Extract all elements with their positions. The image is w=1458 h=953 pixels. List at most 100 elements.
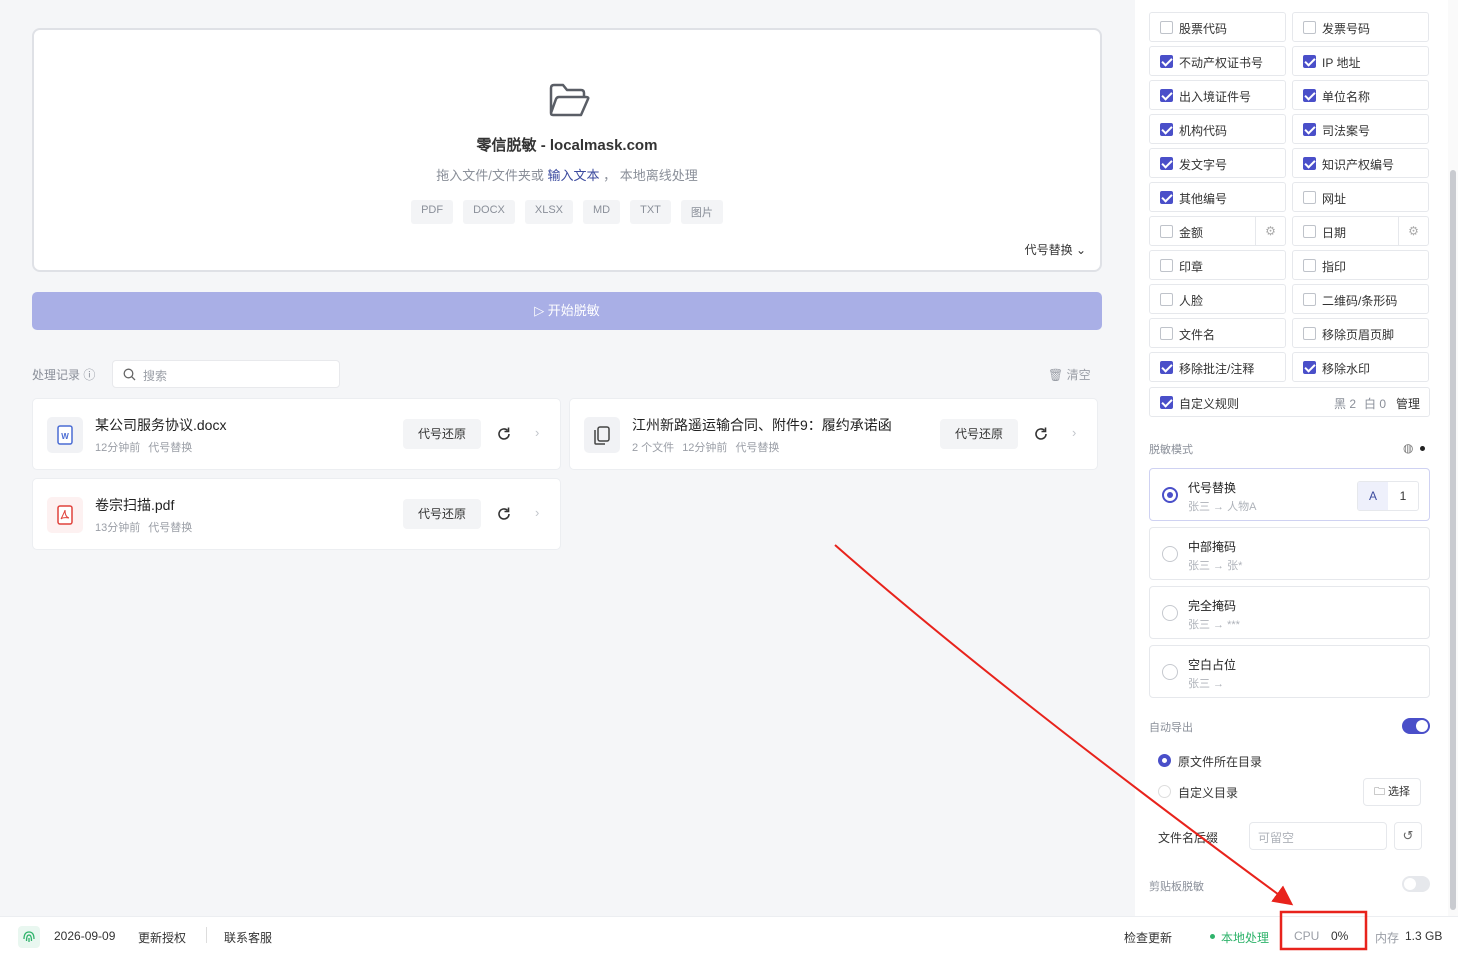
clipboard-toggle[interactable] [1402,876,1430,892]
rule-checkbox-item[interactable]: 人脸 [1149,284,1286,314]
rule-checkbox-item[interactable]: 二维码/条形码 [1292,284,1429,314]
reset-icon[interactable]: ↺ [1394,822,1422,850]
chevron-right-icon[interactable]: › [1072,425,1076,440]
rule-checkbox-item[interactable]: IP 地址 [1292,46,1429,76]
history-card[interactable]: 卷宗扫描.pdf 13分钟前 代号替换 代号还原 › [32,478,561,550]
file-name: 卷宗扫描.pdf [95,497,175,513]
rule-checkbox-item[interactable]: 发文字号 [1149,148,1286,178]
file-drop-zone[interactable]: 零信脱敏 - localmask.com 拖入文件/文件夹或 输入文本 ， 本地… [32,28,1102,272]
panel-scrollbar[interactable] [1448,0,1458,916]
rule-checkbox-item[interactable]: 出入境证件号 [1149,80,1286,110]
checkbox[interactable] [1303,225,1316,238]
renew-license-link[interactable]: 更新授权 [138,929,186,946]
start-desensitize-button[interactable]: ▷ 开始脱敏 [32,292,1102,330]
chevron-right-icon[interactable]: › [535,505,539,520]
auto-export-toggle[interactable] [1402,718,1430,734]
codename-style-toggle[interactable]: A 1 [1357,481,1419,511]
file-count: 2 个文件 [632,442,675,454]
whitelist-count: 白 0 [1364,397,1387,411]
rule-checkbox-item[interactable]: 网址 [1292,182,1429,212]
gear-icon[interactable]: ⚙ [1255,217,1285,245]
checkbox[interactable] [1160,225,1173,238]
history-card[interactable]: 江州新路遥运输合同、附件9：履约承诺函 2 个文件 12分钟前 代号替换 代号还原 … [569,398,1098,470]
checkbox[interactable] [1303,293,1316,306]
mode-option-full-mask[interactable]: 完全掩码 张三 → *** [1149,586,1430,639]
custom-rules-row[interactable]: 自定义规则 黑 2 白 0 管理 [1149,387,1430,417]
rule-checkbox-item[interactable]: 印章 [1149,250,1286,280]
checkbox[interactable] [1303,191,1316,204]
suffix-input[interactable]: 可留空 [1249,822,1387,850]
clipboard-label: 剪贴板脱敏 [1149,881,1204,893]
refresh-icon[interactable] [495,425,513,443]
checkbox[interactable] [1160,157,1173,170]
style-letter[interactable]: A [1358,482,1388,510]
export-custom-dir-option[interactable]: 自定义目录 [1178,784,1238,801]
export-source-dir-option[interactable]: 原文件所在目录 [1178,753,1262,770]
rule-checkbox-item[interactable]: 不动产权证书号 [1149,46,1286,76]
radio[interactable] [1158,785,1171,798]
radio[interactable] [1158,754,1171,767]
checkbox[interactable] [1160,55,1173,68]
checkbox[interactable] [1160,327,1173,340]
restore-button[interactable]: 代号还原 [403,419,481,449]
chevron-right-icon[interactable]: › [535,425,539,440]
rule-checkbox-item[interactable]: 其他编号 [1149,182,1286,212]
rule-checkbox-item[interactable]: 移除水印 [1292,352,1429,382]
checkbox[interactable] [1303,259,1316,272]
rule-checkbox-item[interactable]: 移除页眉页脚 [1292,318,1429,348]
radio[interactable] [1162,546,1178,562]
refresh-icon[interactable] [1032,425,1050,443]
checkbox[interactable] [1160,259,1173,272]
checkbox[interactable] [1303,123,1316,136]
memory-label: 内存 [1375,931,1400,945]
history-search-input[interactable]: 搜索 [112,360,340,388]
rule-label: 日期 [1322,226,1347,240]
checkbox[interactable] [1160,21,1173,34]
rule-checkbox-item[interactable]: 股票代码 [1149,12,1286,42]
checkbox[interactable] [1160,123,1173,136]
clear-history-button[interactable]: 🗑 清空 [1048,366,1091,383]
manage-rules-button[interactable]: 管理 [1396,395,1420,412]
history-card[interactable]: W 某公司服务协议.docx 12分钟前 代号替换 代号还原 › [32,398,561,470]
mode-option-blank[interactable]: 空白占位 张三 → [1149,645,1430,698]
scroll-thumb[interactable] [1450,170,1456,910]
rule-checkbox-item[interactable]: 知识产权编号 [1292,148,1429,178]
checkbox[interactable] [1303,21,1316,34]
radio[interactable] [1162,487,1178,503]
checkbox[interactable] [1303,89,1316,102]
restore-button[interactable]: 代号还原 [940,419,1018,449]
checkbox[interactable] [1303,157,1316,170]
rule-checkbox-item[interactable]: 发票号码 [1292,12,1429,42]
checkbox[interactable] [1160,361,1173,374]
choose-dir-button[interactable]: 🗀 选择 [1363,778,1421,806]
mode-option-codename[interactable]: 代号替换 张三 → 人物A A 1 [1149,468,1430,521]
checkbox[interactable] [1303,327,1316,340]
checkbox[interactable] [1303,55,1316,68]
rule-checkbox-item[interactable]: 移除批注/注释 [1149,352,1286,382]
rule-checkbox-item[interactable]: 司法案号 [1292,114,1429,144]
checkbox[interactable] [1160,191,1173,204]
radio[interactable] [1162,605,1178,621]
check-update-link[interactable]: 检查更新 [1124,929,1172,946]
mode-dropdown[interactable]: 代号替换 ⌄ [1025,241,1086,258]
style-number[interactable]: 1 [1388,482,1418,510]
mode-option-middle-mask[interactable]: 中部掩码 张三 → 张* [1149,527,1430,580]
rule-checkbox-item[interactable]: 机构代码 [1149,114,1286,144]
palette-icon[interactable]: ◍ [1403,441,1413,455]
format-list: PDF DOCX XLSX MD TXT 图片 [34,200,1100,224]
checkbox[interactable] [1160,396,1173,409]
checkbox[interactable] [1303,361,1316,374]
radio[interactable] [1162,664,1178,680]
contact-support-link[interactable]: 联系客服 [224,929,272,946]
checkbox[interactable] [1160,89,1173,102]
restore-button[interactable]: 代号还原 [403,499,481,529]
rule-checkbox-item[interactable]: 文件名 [1149,318,1286,348]
checkbox[interactable] [1160,293,1173,306]
refresh-icon[interactable] [495,505,513,523]
rule-checkbox-item[interactable]: 日期 ⚙ [1292,216,1429,246]
rule-checkbox-item[interactable]: 金额 ⚙ [1149,216,1286,246]
input-text-link[interactable]: 输入文本 [547,168,599,183]
rule-checkbox-item[interactable]: 单位名称 [1292,80,1429,110]
rule-checkbox-item[interactable]: 指印 [1292,250,1429,280]
gear-icon[interactable]: ⚙ [1398,217,1428,245]
